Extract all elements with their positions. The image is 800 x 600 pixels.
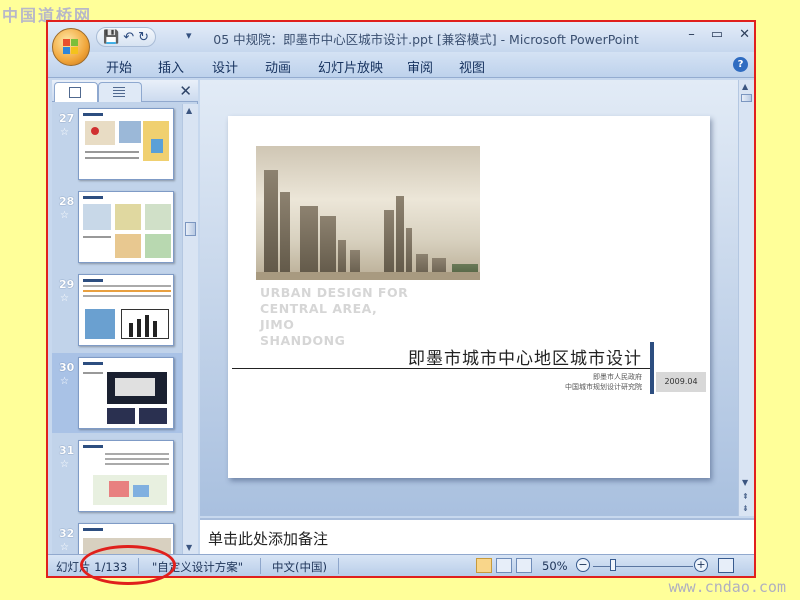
help-icon[interactable]: ? (733, 57, 748, 72)
thumbnail-list: 27 ☆ 28 ☆ 29 ☆ 30 ☆ 31 ☆ 32 ☆ (52, 104, 182, 554)
fit-to-window-button[interactable] (718, 558, 734, 573)
transition-star-icon: ☆ (60, 127, 69, 138)
undo-icon[interactable]: ↶ (123, 30, 134, 45)
organization-line-1: 即墨市人民政府 (593, 373, 642, 381)
thumbnail-scrollbar[interactable]: ▲ ▼ (182, 104, 198, 554)
title-accent-bar (650, 342, 654, 394)
ribbon-tabs: 开始 插入 设计 动画 幻灯片放映 审阅 视图 ? (48, 52, 754, 78)
close-pane-icon[interactable]: ✕ (179, 82, 192, 100)
date-label: 2009.04 (656, 372, 706, 392)
transition-star-icon: ☆ (60, 459, 69, 470)
zoom-level[interactable]: 50% (542, 559, 568, 573)
thumbnail-image (78, 274, 174, 346)
transition-star-icon: ☆ (60, 210, 69, 221)
outline-tab-icon (113, 87, 125, 98)
office-button[interactable] (52, 28, 90, 66)
slide-thumbnail-29[interactable]: 29 ☆ (52, 270, 182, 350)
slide-number: 29 (59, 278, 75, 291)
notes-placeholder: 单击此处添加备注 (208, 530, 329, 548)
transition-star-icon: ☆ (60, 542, 69, 553)
scroll-up-icon[interactable]: ▲ (742, 82, 748, 91)
tab-animations[interactable]: 动画 (265, 57, 291, 76)
scroll-down-icon[interactable]: ▼ (186, 543, 192, 552)
current-slide[interactable]: URBAN DESIGN FOR CENTRAL AREA, JIMO SHAN… (228, 116, 710, 478)
quick-access-toolbar: 💾 ↶ ↻ (96, 27, 156, 47)
slide-number: 30 (59, 361, 75, 374)
customize-toolbar-icon[interactable]: ▾ (186, 29, 192, 42)
language-indicator[interactable]: 中文(中国) (272, 559, 327, 575)
slide-thumbnail-30[interactable]: 30 ☆ (52, 353, 182, 433)
tab-review[interactable]: 审阅 (407, 57, 433, 76)
tab-outline-view[interactable] (98, 82, 142, 102)
close-button[interactable]: ✕ (739, 27, 750, 42)
thumbnail-image (78, 108, 174, 180)
restore-button[interactable]: ▭ (711, 27, 723, 42)
title-bar: 💾 ↶ ↻ ▾ 05 中规院：即墨市中心区城市设计.ppt [兼容模式] - M… (48, 22, 754, 52)
slides-pane: ✕ 27 ☆ 28 ☆ 29 ☆ 30 ☆ 31 ☆ 32 ☆ ▲ ▼ (52, 80, 198, 554)
previous-slide-icon[interactable]: ⇞ (742, 492, 749, 501)
zoom-in-button[interactable]: + (694, 558, 708, 572)
scroll-thumb[interactable] (185, 222, 196, 236)
powerpoint-window: 💾 ↶ ↻ ▾ 05 中规院：即墨市中心区城市设计.ppt [兼容模式] - M… (46, 20, 756, 578)
english-title-line: SHANDONG (260, 333, 346, 348)
scroll-thumb[interactable] (741, 94, 752, 102)
slide-editing-area: URBAN DESIGN FOR CENTRAL AREA, JIMO SHAN… (200, 80, 738, 516)
zoom-slider-knob[interactable] (610, 559, 616, 571)
office-logo-icon (63, 39, 79, 55)
window-title: 05 中规院：即墨市中心区城市设计.ppt [兼容模式] - Microsoft… (213, 32, 639, 47)
slide-show-view-button[interactable] (516, 558, 532, 573)
scroll-down-icon[interactable]: ▼ (742, 478, 748, 487)
city-skyline-photo (256, 146, 480, 280)
transition-star-icon: ☆ (60, 293, 69, 304)
slide-number: 28 (59, 195, 75, 208)
transition-star-icon: ☆ (60, 376, 69, 387)
slide-thumbnail-28[interactable]: 28 ☆ (52, 187, 182, 267)
slide-scrollbar[interactable]: ▲ ▼ ⇞ ⇟ (738, 80, 754, 516)
thumbnail-image (78, 440, 174, 512)
slide-number: 31 (59, 444, 75, 457)
tab-slide-show[interactable]: 幻灯片放映 (318, 57, 383, 76)
slide-thumbnail-27[interactable]: 27 ☆ (52, 104, 182, 184)
thumbnail-image (78, 191, 174, 263)
organization-line-2: 中国城市规划设计研究院 (565, 383, 642, 391)
tab-design[interactable]: 设计 (212, 57, 238, 76)
window-controls: – ▭ ✕ (688, 27, 750, 42)
tab-home[interactable]: 开始 (106, 57, 132, 76)
zoom-slider-track[interactable] (593, 566, 693, 567)
next-slide-icon[interactable]: ⇟ (742, 504, 749, 513)
chinese-title: 即墨市城市中心地区城市设计 (408, 349, 642, 369)
minimize-button[interactable]: – (688, 27, 695, 42)
slide-number: 27 (59, 112, 75, 125)
zoom-out-button[interactable]: − (576, 558, 590, 572)
english-title: URBAN DESIGN FOR CENTRAL AREA, JIMO SHAN… (260, 285, 408, 349)
highlight-annotation-ring (80, 545, 176, 585)
normal-view-button[interactable] (476, 558, 492, 573)
title-divider (232, 368, 650, 369)
slide-number: 32 (59, 527, 75, 540)
slide-thumbnail-31[interactable]: 31 ☆ (52, 436, 182, 516)
english-title-line: CENTRAL AREA, (260, 301, 378, 316)
slides-tab-icon (69, 87, 81, 98)
tab-insert[interactable]: 插入 (158, 57, 184, 76)
scroll-up-icon[interactable]: ▲ (186, 106, 192, 115)
tab-slides-view[interactable] (54, 82, 98, 102)
slide-sorter-view-button[interactable] (496, 558, 512, 573)
english-title-line: URBAN DESIGN FOR (260, 285, 409, 300)
redo-icon[interactable]: ↻ (138, 30, 149, 45)
pane-tabs: ✕ (52, 80, 198, 102)
notes-pane[interactable]: 单击此处添加备注 (200, 518, 754, 554)
english-title-line: JIMO (260, 317, 295, 332)
watermark-bottom-right: www.cndao.com (668, 578, 786, 596)
thumbnail-image (78, 357, 174, 429)
save-icon[interactable]: 💾 (103, 30, 119, 45)
tab-view[interactable]: 视图 (459, 57, 485, 76)
